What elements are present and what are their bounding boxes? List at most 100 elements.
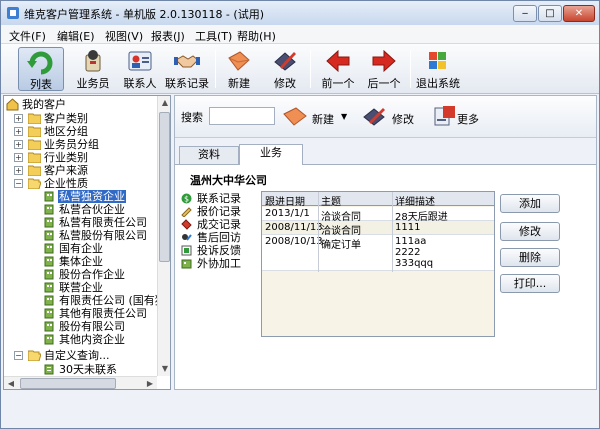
- search-bar: 搜索 新建 ▼ 修改 更多: [175, 96, 596, 138]
- more-button[interactable]: 更多: [431, 103, 483, 131]
- tab-business[interactable]: 业务: [239, 144, 303, 165]
- tree-horizontal-scrollbar[interactable]: ◀ ▶: [4, 376, 157, 389]
- tree-item-label: 客户类别: [44, 112, 88, 125]
- close-button[interactable]: ✕: [563, 5, 595, 22]
- print-button[interactable]: 打印...: [500, 274, 560, 293]
- minimize-button[interactable]: ‒: [513, 5, 537, 22]
- scroll-down-icon[interactable]: ▼: [158, 362, 170, 376]
- more-icon: [434, 106, 455, 126]
- followup-table[interactable]: 跟进日期 主题 详细描述 2013/1/1 洽谈合同 28天后跟进 2008/1…: [261, 191, 495, 337]
- header-date[interactable]: 跟进日期: [265, 193, 305, 208]
- next-button[interactable]: 后一个: [365, 47, 403, 91]
- column-divider: [392, 192, 393, 272]
- tab-strip: 资料 业务: [175, 144, 596, 165]
- dropdown-arrow-icon[interactable]: ▼: [341, 112, 347, 121]
- complaint-icon: [181, 245, 192, 256]
- new-button[interactable]: 新建: [223, 47, 255, 91]
- folder-icon: [28, 139, 41, 150]
- list-label: 列表: [30, 78, 52, 91]
- building-icon: [44, 217, 54, 228]
- scroll-up-icon[interactable]: ▲: [158, 96, 170, 110]
- delete-button[interactable]: 删除: [500, 248, 560, 267]
- tree-leaf-label: 其他有限责任公司: [59, 307, 147, 320]
- maximize-button[interactable]: □: [538, 5, 562, 22]
- customer-tree[interactable]: 我的客户 + 客户类别 + 地区分组 + 业务员分组 + 行业类别 + 客户来源: [3, 95, 171, 390]
- cell-description: 1111: [395, 222, 421, 233]
- salesman-button[interactable]: 业务员: [73, 47, 113, 91]
- building-icon: [44, 295, 54, 306]
- add-button[interactable]: 添加: [500, 194, 560, 213]
- building-icon: [44, 334, 54, 345]
- menu-help[interactable]: 帮助(H): [237, 28, 276, 44]
- edit-record-button[interactable]: 修改: [500, 222, 560, 241]
- status-bar: [1, 392, 599, 428]
- building-icon: [44, 256, 54, 267]
- tree-leaf-label: 30天未联系: [59, 363, 117, 376]
- search-new-button[interactable]: 新建 ▼: [281, 103, 353, 131]
- outsourcing-icon: [181, 259, 192, 269]
- folder-icon: [28, 113, 41, 124]
- cell-date: 2008/11/13: [265, 222, 323, 233]
- building-icon: [44, 282, 54, 293]
- folder-icon: [28, 126, 41, 137]
- building-icon: [44, 191, 54, 202]
- exit-button[interactable]: 退出系统: [415, 47, 461, 91]
- cell-description-line: 111aa: [395, 236, 427, 247]
- building-icon: [44, 321, 54, 332]
- collapse-icon[interactable]: −: [14, 351, 23, 360]
- after-sales-icon: [182, 234, 192, 241]
- category-label: 外协加工: [197, 257, 241, 270]
- contact-button[interactable]: 联系人: [121, 47, 159, 91]
- tab-profile[interactable]: 资料: [179, 146, 239, 164]
- list-button[interactable]: 列表: [18, 47, 64, 91]
- expand-icon[interactable]: +: [14, 114, 23, 123]
- building-icon: [44, 308, 54, 319]
- tree-leaf-label: 有限责任公司 (国有独: [59, 294, 166, 307]
- menu-tools[interactable]: 工具(T): [195, 28, 232, 44]
- header-subject[interactable]: 主题: [321, 193, 341, 208]
- app-window: 维克客户管理系统 - 单机版 2.0.130118 - (试用) ‒ □ ✕ 文…: [0, 0, 600, 429]
- expand-icon[interactable]: +: [14, 127, 23, 136]
- menu-edit[interactable]: 编辑(E): [57, 28, 95, 44]
- menu-file[interactable]: 文件(F): [9, 28, 46, 44]
- table-row[interactable]: 2013/1/1 洽谈合同 28天后跟进: [262, 207, 494, 223]
- contact-record-icon: $: [181, 193, 192, 204]
- scrollbar-thumb[interactable]: [20, 378, 116, 389]
- tree-leaf-label: 股份合作企业: [59, 268, 125, 281]
- contact-record-button[interactable]: 联系记录: [164, 47, 210, 91]
- table-row[interactable]: 2008/10/13 确定订单 111aa 2222 333qqq: [262, 235, 494, 271]
- edit-button[interactable]: 修改: [269, 47, 301, 91]
- search-edit-button[interactable]: 修改: [361, 103, 414, 131]
- cell-description-line: 2222: [395, 247, 421, 258]
- salesman-label: 业务员: [76, 77, 110, 90]
- title-bar: 维克客户管理系统 - 单机版 2.0.130118 - (试用) ‒ □ ✕: [1, 1, 599, 25]
- building-icon: [44, 204, 54, 215]
- menu-report[interactable]: 报表(J): [151, 28, 185, 44]
- handshake-icon: [174, 55, 200, 68]
- new-icon: [283, 107, 307, 126]
- folder-icon: [28, 165, 41, 176]
- windows-logo-icon: [429, 52, 446, 69]
- svg-text:$: $: [184, 195, 189, 204]
- cell-subject: 确定订单: [321, 240, 361, 251]
- salesman-icon: [85, 50, 101, 72]
- open-folder-icon: [28, 350, 41, 361]
- scroll-left-icon[interactable]: ◀: [4, 377, 18, 389]
- menu-bar: 文件(F) 编辑(E) 视图(V) 报表(J) 工具(T) 帮助(H): [1, 25, 599, 44]
- expand-icon[interactable]: +: [14, 140, 23, 149]
- tree-item-label: 行业类别: [44, 151, 88, 164]
- scroll-right-icon[interactable]: ▶: [143, 377, 157, 389]
- prev-button[interactable]: 前一个: [319, 47, 357, 91]
- tree-item-label: 地区分组: [44, 125, 88, 138]
- expand-icon[interactable]: +: [14, 153, 23, 162]
- tree-vertical-scrollbar[interactable]: ▲ ▼: [157, 96, 170, 376]
- scrollbar-thumb[interactable]: [159, 112, 170, 262]
- menu-view[interactable]: 视图(V): [105, 28, 143, 44]
- main-toolbar: 列表 业务员 联系人 联系记录 新建 修改 前一个 后一个 退出系统: [1, 44, 599, 94]
- search-input[interactable]: [209, 107, 275, 125]
- collapse-icon[interactable]: −: [14, 179, 23, 188]
- expand-icon[interactable]: +: [14, 166, 23, 175]
- header-description[interactable]: 详细描述: [395, 193, 435, 208]
- table-row[interactable]: 2008/11/13 洽谈合同 1111: [262, 221, 494, 237]
- table-header: 跟进日期 主题 详细描述: [262, 192, 494, 208]
